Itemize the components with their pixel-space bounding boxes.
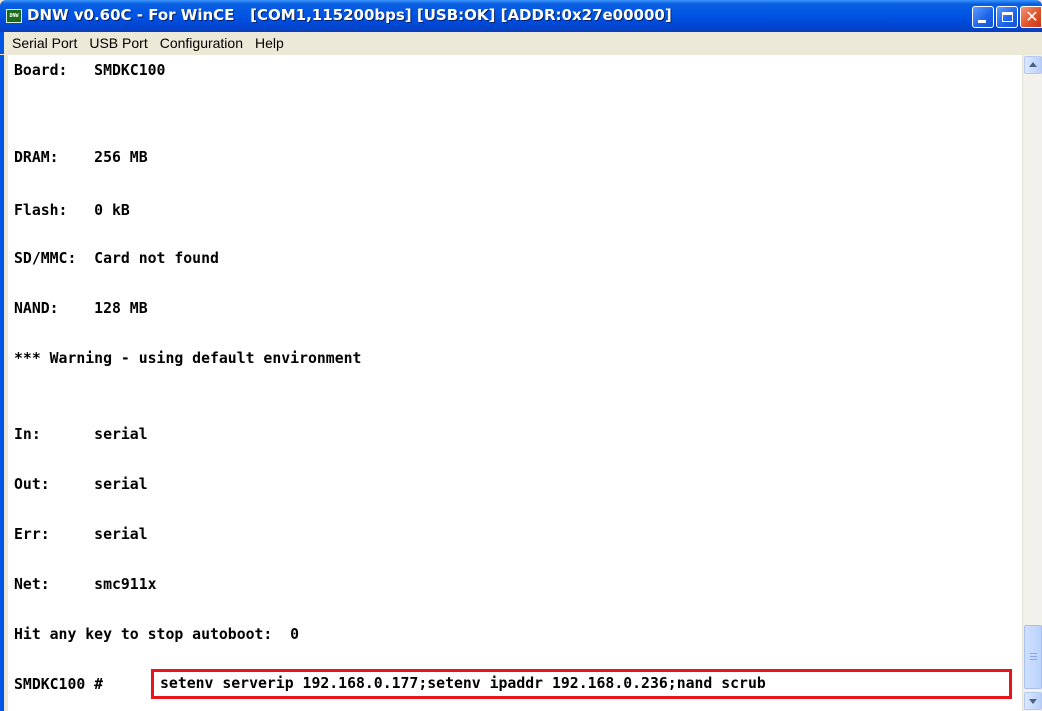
menu-bar: Serial Port USB Port Configuration Help bbox=[0, 32, 1042, 54]
minimize-icon bbox=[978, 20, 986, 23]
console-line-err: Err: serial bbox=[14, 526, 148, 543]
console-command: setenv serverip 192.168.0.177;setenv ipa… bbox=[160, 675, 766, 692]
window-title: DNW v0.60C - For WinCE [COM1,115200bps] … bbox=[27, 6, 672, 24]
menu-help[interactable]: Help bbox=[249, 32, 290, 54]
console-prompt: SMDKC100 # bbox=[14, 676, 104, 693]
menu-configuration[interactable]: Configuration bbox=[154, 32, 249, 54]
minimize-button[interactable] bbox=[972, 6, 994, 28]
grip-line bbox=[1030, 659, 1037, 660]
command-highlight-box: setenv serverip 192.168.0.177;setenv ipa… bbox=[151, 669, 1012, 699]
console-line-sdmmc: SD/MMC: Card not found bbox=[14, 250, 219, 267]
scroll-up-button[interactable] bbox=[1024, 56, 1042, 74]
console-line-dram: DRAM: 256 MB bbox=[14, 149, 148, 166]
chevron-up-icon bbox=[1029, 62, 1037, 67]
console-line-board: Board: SMDKC100 bbox=[14, 62, 166, 79]
console-line-nand: NAND: 128 MB bbox=[14, 300, 148, 317]
console-line-warning: *** Warning - using default environment bbox=[14, 350, 362, 367]
client-area: Board: SMDKC100 DRAM: 256 MB Flash: 0 kB… bbox=[0, 55, 1042, 711]
close-icon: ✕ bbox=[1025, 7, 1039, 26]
app-icon: DNW bbox=[6, 9, 22, 23]
maximize-icon bbox=[1002, 12, 1013, 22]
menu-serial-port[interactable]: Serial Port bbox=[6, 32, 83, 54]
console-line-out: Out: serial bbox=[14, 476, 148, 493]
menu-usb-port[interactable]: USB Port bbox=[83, 32, 153, 54]
window-controls: ✕ bbox=[972, 6, 1042, 28]
console-line-autoboot: Hit any key to stop autoboot: 0 bbox=[14, 626, 300, 643]
scroll-thumb[interactable] bbox=[1024, 625, 1042, 689]
console-line-in: In: serial bbox=[14, 426, 148, 443]
console-line-net: Net: smc911x bbox=[14, 576, 157, 593]
close-button[interactable]: ✕ bbox=[1020, 6, 1042, 28]
scroll-down-button[interactable] bbox=[1024, 692, 1042, 710]
console-line-flash: Flash: 0 kB bbox=[14, 202, 130, 219]
grip-line bbox=[1030, 656, 1037, 657]
title-bar[interactable]: DNW DNW v0.60C - For WinCE [COM1,115200b… bbox=[0, 0, 1042, 32]
console-output[interactable]: Board: SMDKC100 DRAM: 256 MB Flash: 0 kB… bbox=[8, 55, 1026, 711]
maximize-button[interactable] bbox=[996, 6, 1018, 28]
grip-line bbox=[1030, 653, 1037, 654]
vertical-scrollbar[interactable] bbox=[1022, 55, 1042, 711]
chevron-down-icon bbox=[1029, 699, 1037, 704]
